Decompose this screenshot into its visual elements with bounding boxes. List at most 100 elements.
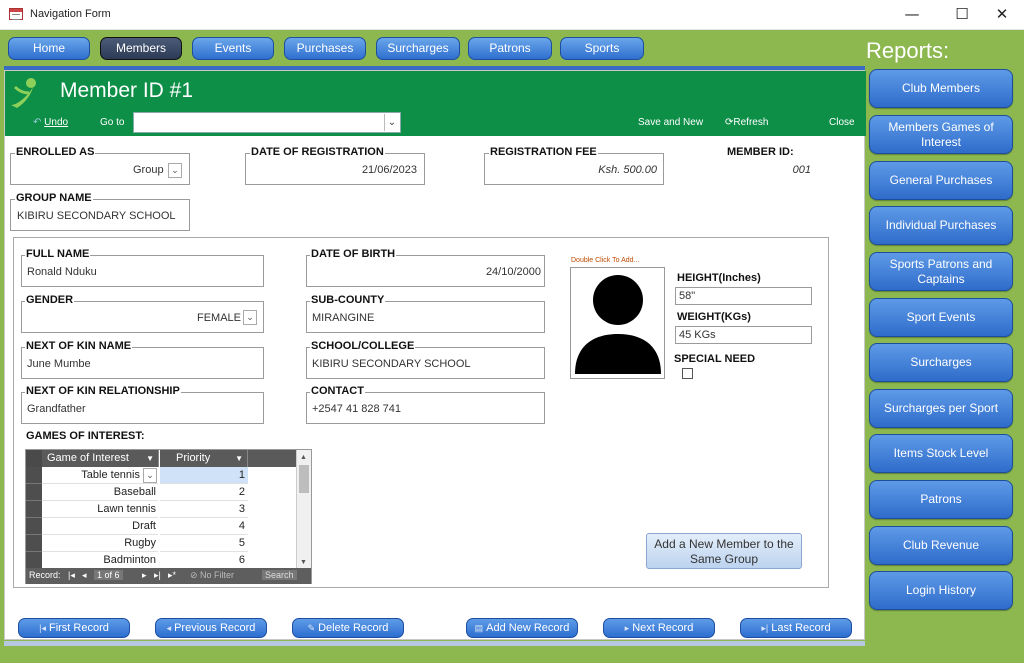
table-row[interactable]: Draft 4 bbox=[26, 518, 297, 535]
registration-fee-label: REGISTRATION FEE bbox=[489, 146, 598, 158]
chevron-down-icon[interactable]: ⌄ bbox=[243, 310, 257, 325]
undo-label: Undo bbox=[44, 117, 69, 128]
goto-label: Go to bbox=[100, 117, 125, 128]
close-form-button[interactable]: Close bbox=[829, 117, 855, 128]
chevron-down-icon[interactable]: ⌄ bbox=[384, 114, 399, 131]
row-selector[interactable] bbox=[26, 535, 42, 552]
report-sport-events[interactable]: Sport Events bbox=[869, 298, 1013, 337]
record-position[interactable]: 1 of 6 bbox=[94, 570, 123, 580]
column-header-game[interactable]: Game of Interest ▼ bbox=[42, 450, 159, 467]
member-photo[interactable] bbox=[570, 267, 665, 379]
gender-value: FEMALE bbox=[196, 312, 241, 324]
report-club-revenue[interactable]: Club Revenue bbox=[869, 526, 1013, 565]
form-header: Member ID #1 ↶ Undo Go to ⌄ Save and New… bbox=[5, 71, 866, 136]
first-record-button[interactable]: |◂ First Record bbox=[18, 618, 130, 638]
report-club-members[interactable]: Club Members bbox=[869, 69, 1013, 108]
tab-events[interactable]: Events bbox=[192, 37, 274, 60]
report-surcharges[interactable]: Surcharges bbox=[869, 343, 1013, 382]
report-login-history[interactable]: Login History bbox=[869, 571, 1013, 610]
priority-cell[interactable]: 2 bbox=[160, 484, 248, 501]
row-selector[interactable] bbox=[26, 518, 42, 535]
game-cell[interactable]: Lawn tennis bbox=[42, 501, 158, 518]
height-label: HEIGHT(Inches) bbox=[677, 272, 761, 284]
reports-title: Reports: bbox=[866, 38, 950, 63]
maximize-button[interactable]: ☐ bbox=[940, 0, 984, 28]
tab-purchases[interactable]: Purchases bbox=[284, 37, 366, 60]
tab-sports[interactable]: Sports bbox=[560, 37, 644, 60]
priority-cell[interactable]: 1 bbox=[160, 467, 248, 484]
last-record-icon[interactable]: ▸| bbox=[154, 570, 161, 581]
delete-record-label: Delete Record bbox=[318, 622, 389, 634]
member-id-label: MEMBER ID: bbox=[727, 146, 794, 158]
new-record-icon[interactable]: ▸* bbox=[168, 570, 176, 581]
add-new-record-button[interactable]: ▤ Add New Record bbox=[466, 618, 578, 638]
chevron-down-icon[interactable]: ⌄ bbox=[143, 468, 157, 483]
report-patrons[interactable]: Patrons bbox=[869, 480, 1013, 519]
chevron-down-icon[interactable]: ⌄ bbox=[168, 163, 182, 178]
tab-patrons[interactable]: Patrons bbox=[468, 37, 552, 60]
no-filter-label[interactable]: No Filter bbox=[200, 570, 234, 580]
sub-county-value: MIRANGINE bbox=[312, 312, 375, 324]
first-record-label: First Record bbox=[48, 622, 109, 634]
table-row[interactable]: Baseball 2 bbox=[26, 484, 297, 501]
scroll-down-icon[interactable]: ▼ bbox=[300, 559, 307, 566]
minimize-button[interactable]: — bbox=[890, 0, 934, 28]
save-and-new-button[interactable]: Save and New bbox=[638, 117, 703, 128]
school-college-value: KIBIRU SECONDARY SCHOOL bbox=[312, 358, 471, 370]
date-of-birth-label: DATE OF BIRTH bbox=[310, 248, 397, 260]
scroll-up-icon[interactable]: ▲ bbox=[300, 454, 307, 461]
refresh-button[interactable]: ⟳Refresh bbox=[725, 117, 768, 128]
delete-icon: ✎ bbox=[307, 623, 316, 633]
column-header-priority[interactable]: Priority ▼ bbox=[160, 450, 248, 467]
add-new-record-label: Add New Record bbox=[486, 622, 570, 634]
search-box[interactable]: Search bbox=[262, 570, 297, 580]
tab-surcharges[interactable]: Surcharges bbox=[376, 37, 460, 60]
report-surcharges-per-sport[interactable]: Surcharges per Sport bbox=[869, 389, 1013, 428]
next-of-kin-name-label: NEXT OF KIN NAME bbox=[25, 340, 133, 352]
goto-combobox[interactable]: ⌄ bbox=[133, 112, 401, 133]
priority-cell[interactable]: 4 bbox=[160, 518, 248, 535]
next-record-button[interactable]: ▸ Next Record bbox=[603, 618, 715, 638]
game-cell[interactable]: Draft bbox=[42, 518, 158, 535]
game-cell[interactable]: Table tennis bbox=[42, 467, 158, 484]
row-selector[interactable] bbox=[26, 467, 42, 484]
game-cell[interactable]: Rugby bbox=[42, 535, 158, 552]
delete-record-button[interactable]: ✎ Delete Record bbox=[292, 618, 404, 638]
report-sports-patrons-captains[interactable]: Sports Patrons and Captains bbox=[869, 252, 1013, 291]
report-items-stock-level[interactable]: Items Stock Level bbox=[869, 434, 1013, 473]
select-all-corner[interactable] bbox=[26, 450, 42, 467]
row-selector[interactable] bbox=[26, 501, 42, 518]
report-individual-purchases[interactable]: Individual Purchases bbox=[869, 206, 1013, 245]
priority-cell[interactable]: 6 bbox=[160, 552, 248, 568]
next-record-icon[interactable]: ▸ bbox=[142, 570, 147, 581]
priority-cell[interactable]: 3 bbox=[160, 501, 248, 518]
game-cell[interactable]: Baseball bbox=[42, 484, 158, 501]
row-selector[interactable] bbox=[26, 484, 42, 501]
undo-button[interactable]: ↶ Undo bbox=[33, 117, 68, 128]
row-selector[interactable] bbox=[26, 552, 42, 568]
table-row[interactable]: Rugby 5 bbox=[26, 535, 297, 552]
report-general-purchases[interactable]: General Purchases bbox=[869, 161, 1013, 200]
height-field[interactable] bbox=[675, 287, 812, 305]
close-window-button[interactable]: ✕ bbox=[980, 0, 1024, 28]
game-cell[interactable]: Badminton bbox=[42, 552, 158, 568]
next-of-kin-relationship-value: Grandfather bbox=[27, 403, 86, 415]
last-record-button[interactable]: ▸| Last Record bbox=[740, 618, 852, 638]
first-record-icon[interactable]: |◂ bbox=[68, 570, 75, 581]
table-row[interactable]: Lawn tennis 3 bbox=[26, 501, 297, 518]
tab-home[interactable]: Home bbox=[8, 37, 90, 60]
form-icon bbox=[9, 8, 23, 20]
table-row[interactable]: Badminton 6 bbox=[26, 552, 297, 568]
vertical-scrollbar[interactable]: ▲ ▼ bbox=[296, 450, 311, 568]
add-member-same-group-button[interactable]: Add a New Member to the Same Group bbox=[646, 533, 802, 569]
priority-cell[interactable]: 5 bbox=[160, 535, 248, 552]
previous-record-icon[interactable]: ◂ bbox=[82, 570, 87, 581]
table-row[interactable]: Table tennis ⌄ 1 bbox=[26, 467, 297, 484]
special-need-checkbox[interactable] bbox=[682, 368, 693, 379]
previous-record-button[interactable]: ◂ Previous Record bbox=[155, 618, 267, 638]
report-members-games-of-interest[interactable]: Members Games of Interest bbox=[869, 115, 1013, 154]
tab-members[interactable]: Members bbox=[100, 37, 182, 60]
column-header-game-label: Game of Interest bbox=[47, 452, 129, 464]
scrollbar-thumb[interactable] bbox=[299, 465, 309, 493]
sub-county-label: SUB-COUNTY bbox=[310, 294, 386, 306]
